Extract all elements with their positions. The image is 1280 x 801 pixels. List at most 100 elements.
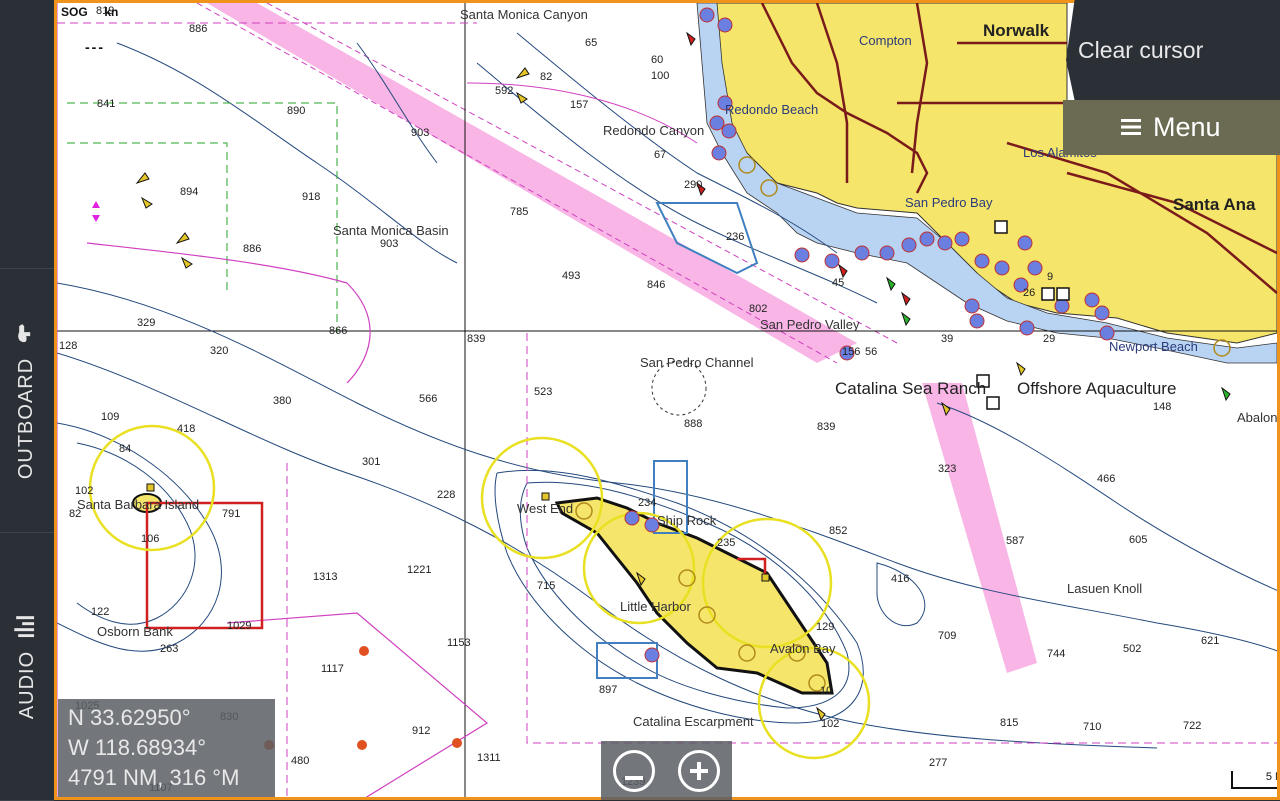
depth-sounding: 128 — [59, 340, 78, 352]
minus-circle-icon — [624, 754, 643, 788]
depth-sounding: 523 — [534, 386, 553, 398]
label-norwalk: Norwalk — [983, 21, 1050, 40]
label-compton: Compton — [859, 33, 912, 48]
depth-sounding: 234 — [638, 497, 657, 509]
depth-sounding: 890 — [287, 105, 306, 117]
depth-sounding: 710 — [1083, 721, 1102, 733]
depth-sounding: 277 — [929, 757, 948, 769]
depth-sounding: 10 — [820, 685, 833, 697]
depth-sounding: 56 — [865, 346, 878, 358]
depth-sounding: 329 — [137, 317, 156, 329]
depth-sounding: 39 — [941, 333, 954, 345]
depth-sounding: 1221 — [407, 564, 432, 576]
depth-sounding: 228 — [437, 489, 456, 501]
hamburger-icon — [1121, 112, 1141, 143]
depth-sounding: 109 — [101, 411, 120, 423]
depth-sounding: 157 — [570, 99, 589, 111]
menu-label: Menu — [1153, 112, 1221, 142]
depth-sounding: 839 — [817, 421, 836, 433]
depth-sounding: 918 — [302, 191, 321, 203]
label-san-pedro-channel: San Pedro Channel — [640, 355, 754, 370]
label-redondo-beach: Redondo Beach — [725, 102, 819, 117]
depth-sounding: 846 — [647, 279, 666, 291]
zoom-out-button[interactable] — [612, 749, 655, 792]
depth-sounding: 380 — [273, 395, 292, 407]
depth-sounding: 1117 — [321, 663, 344, 675]
label-abalone: Abalone — [1237, 410, 1280, 425]
label-catalina-sea-ranch: Catalina Sea Ranch — [835, 379, 987, 398]
depth-sounding: 26 — [1023, 287, 1036, 299]
plus-circle-icon — [690, 754, 709, 788]
range-bearing-readout: 4791 NM, 316 °M — [68, 765, 240, 790]
depth-sounding: 605 — [1129, 534, 1148, 546]
label-lasuen-knoll: Lasuen Knoll — [1067, 581, 1143, 596]
depth-sounding: 323 — [938, 463, 957, 475]
depth-sounding: 897 — [599, 684, 618, 696]
label-offshore-aquaculture: Offshore Aquaculture — [1017, 379, 1177, 398]
depth-sounding: 903 — [411, 127, 430, 139]
depth-sounding: 566 — [419, 393, 438, 405]
depth-sounding: 587 — [1006, 535, 1025, 547]
depth-sounding: 418 — [177, 423, 196, 435]
depth-sounding: 912 — [412, 725, 431, 737]
depth-sounding: 592 — [495, 85, 514, 97]
depth-sounding: 802 — [749, 303, 768, 315]
depth-sounding: 45 — [832, 277, 845, 289]
sog-label: SOG — [61, 5, 88, 19]
depth-sounding: 791 — [222, 508, 241, 520]
depth-sounding: 886 — [243, 243, 262, 255]
label-catalina-escarpment: Catalina Escarpment — [633, 714, 754, 729]
outboard-motor-icon — [16, 322, 39, 344]
depth-sounding: 894 — [180, 186, 199, 198]
label-newport-beach: Newport Beach — [1109, 339, 1198, 354]
label-osborn-bank: Osborn Bank — [97, 624, 173, 639]
depth-sounding: 621 — [1201, 635, 1220, 647]
sidebar-tab-outboard[interactable]: OUTBOARD — [0, 269, 54, 533]
label-redondo-canyon: Redondo Canyon — [603, 123, 705, 138]
depth-sounding: 84 — [119, 443, 132, 455]
depth-sounding: 82 — [540, 71, 553, 83]
label-san-pedro-valley: San Pedro Valley — [760, 317, 860, 332]
depth-sounding: 156 — [842, 346, 861, 358]
sog-value: --- — [85, 39, 105, 55]
depth-sounding: 290 — [684, 179, 703, 191]
depth-sounding: 102 — [821, 718, 840, 730]
depth-sounding: 819 — [96, 5, 115, 17]
sidebar-tab-top[interactable] — [0, 0, 54, 269]
depth-sounding: 785 — [510, 206, 529, 218]
equalizer-icon — [14, 614, 40, 637]
depth-sounding: 722 — [1183, 720, 1202, 732]
label-santa-ana: Santa Ana — [1173, 195, 1256, 214]
depth-sounding: 320 — [210, 345, 229, 357]
zoom-controls — [601, 741, 732, 800]
depth-sounding: 82 — [69, 508, 82, 520]
depth-sounding: 1153 — [447, 637, 471, 649]
depth-sounding: 29 — [1043, 333, 1056, 345]
label-santa-monica-basin: Santa Monica Basin — [333, 223, 449, 238]
depth-sounding: 839 — [467, 333, 486, 345]
depth-sounding: 886 — [189, 23, 208, 35]
depth-sounding: 1313 — [313, 571, 338, 583]
depth-sounding: 416 — [891, 573, 910, 585]
depth-sounding: 301 — [362, 456, 381, 468]
depth-sounding: 744 — [1047, 648, 1066, 660]
menu-button[interactable]: Menu — [1063, 100, 1280, 155]
depth-sounding: 866 — [329, 325, 348, 337]
depth-sounding: 65 — [585, 37, 598, 49]
longitude-readout: W 118.68934° — [68, 735, 207, 760]
zoom-in-button[interactable] — [678, 749, 721, 792]
depth-sounding: 709 — [938, 630, 957, 642]
latitude-readout: N 33.62950° — [68, 705, 191, 730]
depth-sounding: 122 — [91, 606, 110, 618]
clear-cursor-button[interactable]: Clear cursor — [1066, 0, 1280, 100]
depth-sounding: 841 — [97, 98, 116, 110]
depth-sounding: 1311 — [477, 752, 501, 764]
depth-sounding: 480 — [291, 755, 310, 767]
label-santa-monica-canyon: Santa Monica Canyon — [460, 7, 588, 22]
depth-sounding: 100 — [651, 70, 670, 82]
depth-sounding: 466 — [1097, 473, 1116, 485]
sidebar-tab-audio[interactable]: AUDIO — [0, 533, 54, 801]
depth-sounding: 102 — [75, 485, 94, 497]
depth-sounding: 148 — [1153, 401, 1172, 413]
depth-sounding: 888 — [684, 418, 703, 430]
